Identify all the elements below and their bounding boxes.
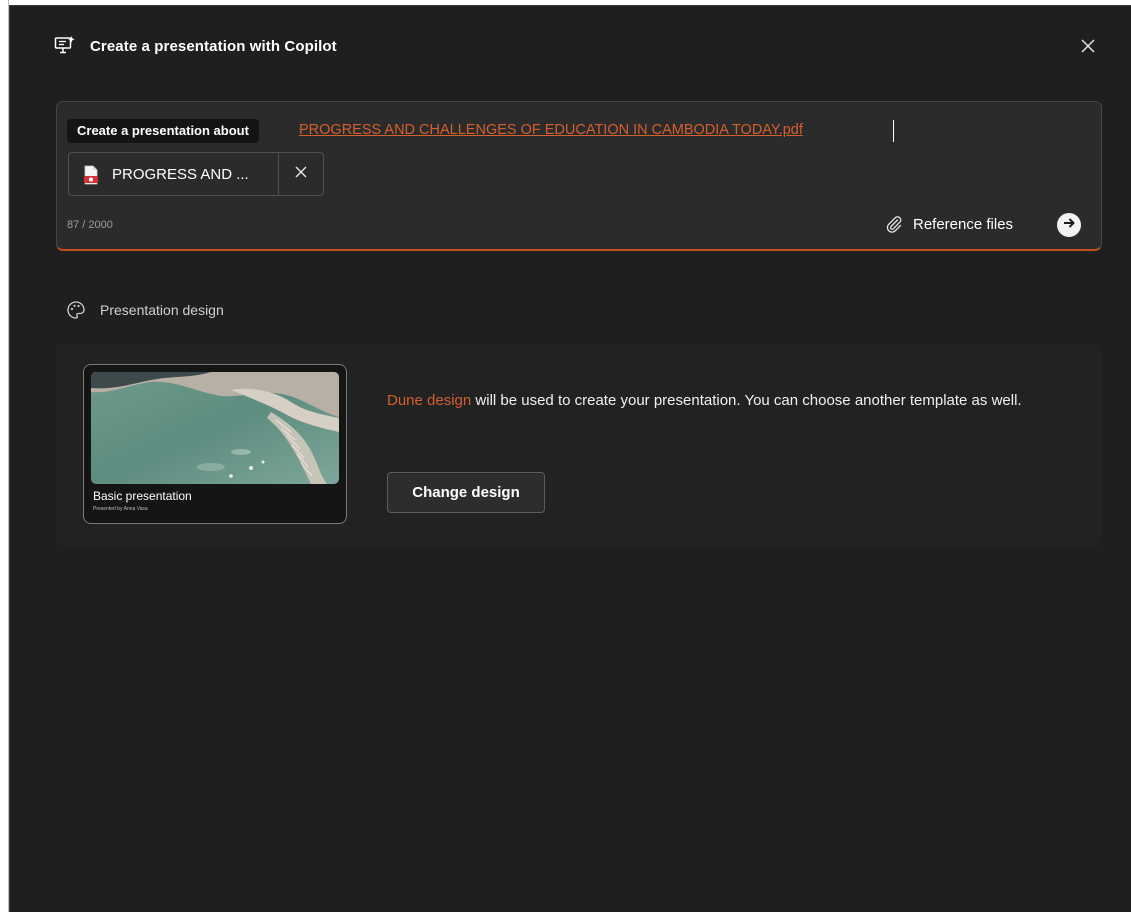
close-icon xyxy=(294,165,308,184)
dune-design-image xyxy=(91,372,339,484)
reference-files-button[interactable]: Reference files xyxy=(885,210,1013,238)
copilot-dialog: Create a presentation with Copilot Creat… xyxy=(9,5,1131,912)
attachment-chip[interactable]: PROGRESS AND ... xyxy=(68,152,324,196)
attachment-name: PROGRESS AND ... xyxy=(112,166,249,183)
design-description: Dune design will be used to create your … xyxy=(387,388,1047,414)
pdf-file-icon xyxy=(83,165,99,185)
presentation-sparkle-icon xyxy=(54,35,76,55)
design-thumbnail[interactable]: Basic presentation Presented by Anna Vas… xyxy=(83,364,347,524)
character-count: 87 / 2000 xyxy=(67,219,113,231)
design-card: Basic presentation Presented by Anna Vas… xyxy=(56,344,1102,546)
presentation-design-header: Presentation design xyxy=(66,299,224,321)
design-description-text: will be used to create your presentation… xyxy=(471,392,1022,409)
change-design-button[interactable]: Change design xyxy=(387,472,545,513)
dialog-title: Create a presentation with Copilot xyxy=(90,38,337,55)
thumbnail-subtitle: Presented by Anna Vasa xyxy=(93,506,148,512)
window-left-edge xyxy=(0,0,9,912)
screen: Create a presentation with Copilot Creat… xyxy=(0,0,1131,912)
text-caret xyxy=(893,120,894,142)
prompt-input[interactable]: Create a presentation about PROGRESS AND… xyxy=(56,101,1102,251)
reference-files-label: Reference files xyxy=(913,215,1014,233)
palette-icon xyxy=(66,300,86,320)
presentation-design-title: Presentation design xyxy=(100,302,224,318)
send-button[interactable] xyxy=(1057,213,1081,237)
prompt-prefix-tag: Create a presentation about xyxy=(67,119,259,143)
close-button[interactable] xyxy=(1074,34,1102,62)
arrow-right-circle-icon xyxy=(1062,216,1076,235)
dialog-header: Create a presentation with Copilot xyxy=(10,6,1131,86)
remove-attachment-button[interactable] xyxy=(279,153,323,195)
paperclip-icon xyxy=(885,215,903,233)
close-icon xyxy=(1080,38,1096,59)
design-name: Dune design xyxy=(387,392,472,409)
prompt-file-reference-link[interactable]: PROGRESS AND CHALLENGES OF EDUCATION IN … xyxy=(299,122,803,138)
thumbnail-title: Basic presentation xyxy=(93,489,192,503)
